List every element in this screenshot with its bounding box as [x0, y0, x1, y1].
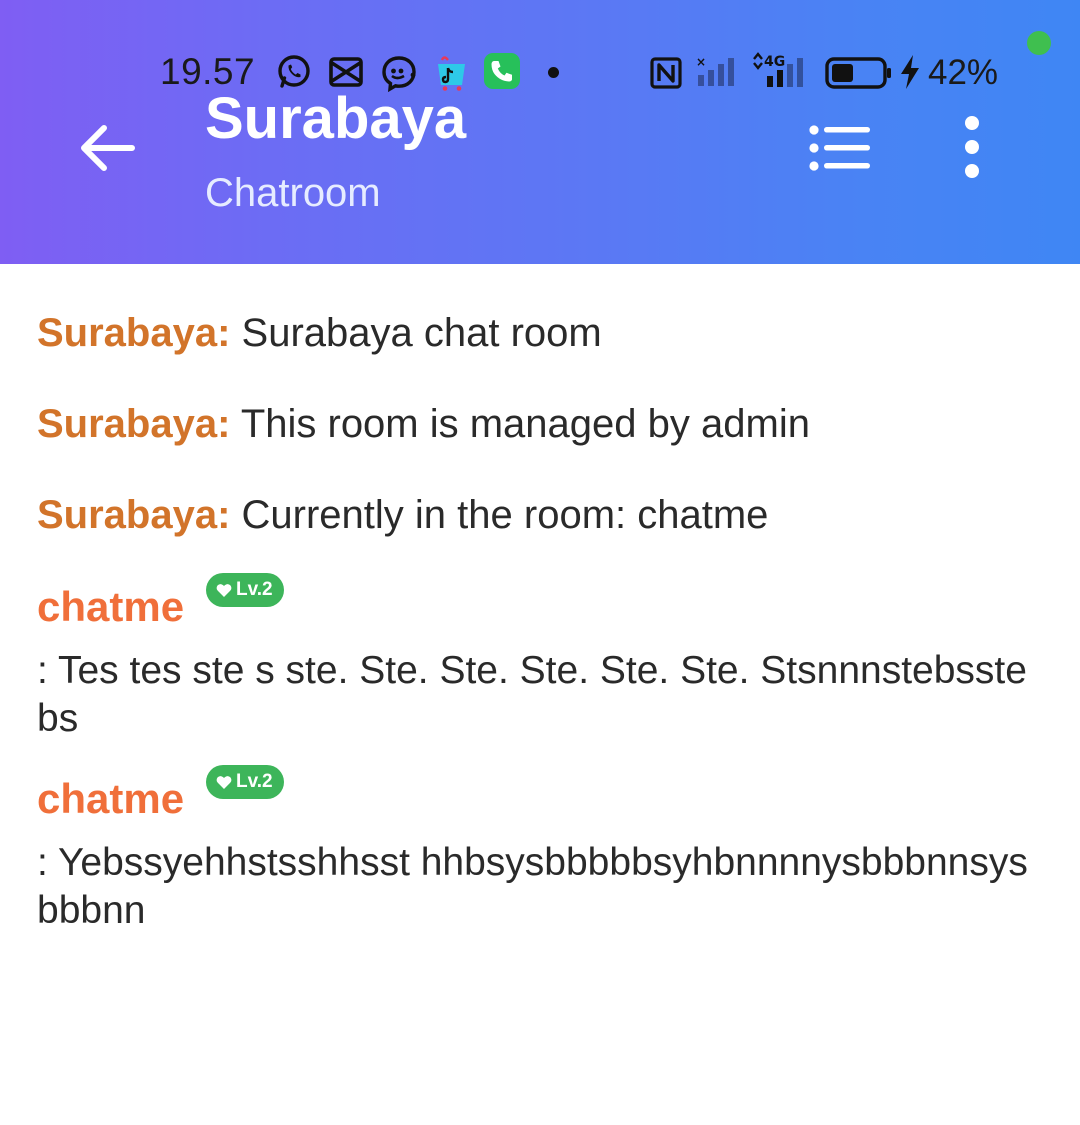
more-vertical-icon — [965, 116, 979, 178]
phone-call-icon — [484, 53, 520, 89]
arrow-left-icon — [81, 125, 135, 171]
back-button[interactable] — [76, 116, 140, 180]
page-subtitle: Chatroom — [205, 171, 381, 215]
charging-bolt-icon — [901, 55, 919, 89]
level-badge: Lv.2 — [206, 765, 284, 799]
system-message: Surabaya: Surabaya chat room — [37, 300, 1047, 366]
more-notifications-dot — [548, 67, 559, 78]
user-name[interactable]: chatme — [37, 773, 184, 825]
system-sender: Surabaya: — [37, 311, 231, 355]
user-message-header: chatme Lv.2 — [37, 765, 1047, 829]
system-sender: Surabaya: — [37, 402, 231, 446]
user-name[interactable]: chatme — [37, 581, 184, 633]
heart-icon — [216, 775, 232, 789]
app-header: 19.57 × 4G 42% Surabaya Chatroom — [0, 0, 1080, 264]
member-list-button[interactable] — [806, 122, 874, 174]
user-message-text: : Tes tes ste s ste. Ste. Ste. Ste. Ste.… — [37, 649, 1027, 740]
system-sender: Surabaya: — [37, 493, 231, 537]
message-list[interactable]: Surabaya: Surabaya chat room Surabaya: T… — [37, 300, 1047, 957]
heart-icon — [216, 583, 232, 597]
system-message: Surabaya: Currently in the room: chatme — [37, 482, 1047, 548]
page-title: Surabaya — [205, 86, 467, 151]
list-icon — [809, 125, 870, 171]
system-message-text: This room is managed by admin — [230, 402, 810, 446]
system-message-text: Currently in the room: chatme — [230, 493, 769, 537]
user-message-header: chatme Lv.2 — [37, 573, 1047, 637]
battery-icon — [825, 57, 891, 89]
system-message-text: Surabaya chat room — [230, 311, 602, 355]
svg-text:×: × — [696, 55, 706, 69]
user-message[interactable]: chatme Lv.2 : Yebssyehhstsshhsst hhbsysb… — [37, 765, 1047, 935]
level-text: Lv.2 — [236, 579, 273, 600]
battery-percent: 42% — [928, 53, 999, 92]
signal-no-service-icon: × — [696, 55, 734, 86]
more-options-button[interactable] — [950, 112, 994, 184]
level-text: Lv.2 — [236, 771, 273, 792]
level-badge: Lv.2 — [206, 573, 284, 607]
user-message[interactable]: chatme Lv.2 : Tes tes ste s ste. Ste. St… — [37, 573, 1047, 743]
nfc-icon — [650, 57, 682, 89]
svg-text:4G: 4G — [764, 54, 785, 70]
system-message: Surabaya: This room is managed by admin — [37, 391, 1047, 457]
status-bar: 19.57 × 4G 42% — [0, 40, 1080, 106]
camera-in-use-indicator — [1027, 31, 1051, 55]
user-message-text: : Yebssyehhstsshhsst hhbsysbbbbbsyhbnnnn… — [37, 841, 1028, 932]
signal-4g-icon: 4G — [753, 52, 803, 87]
chatroom-screen: 19.57 × 4G 42% Surabaya Chatroom Surabay… — [0, 0, 1080, 1125]
